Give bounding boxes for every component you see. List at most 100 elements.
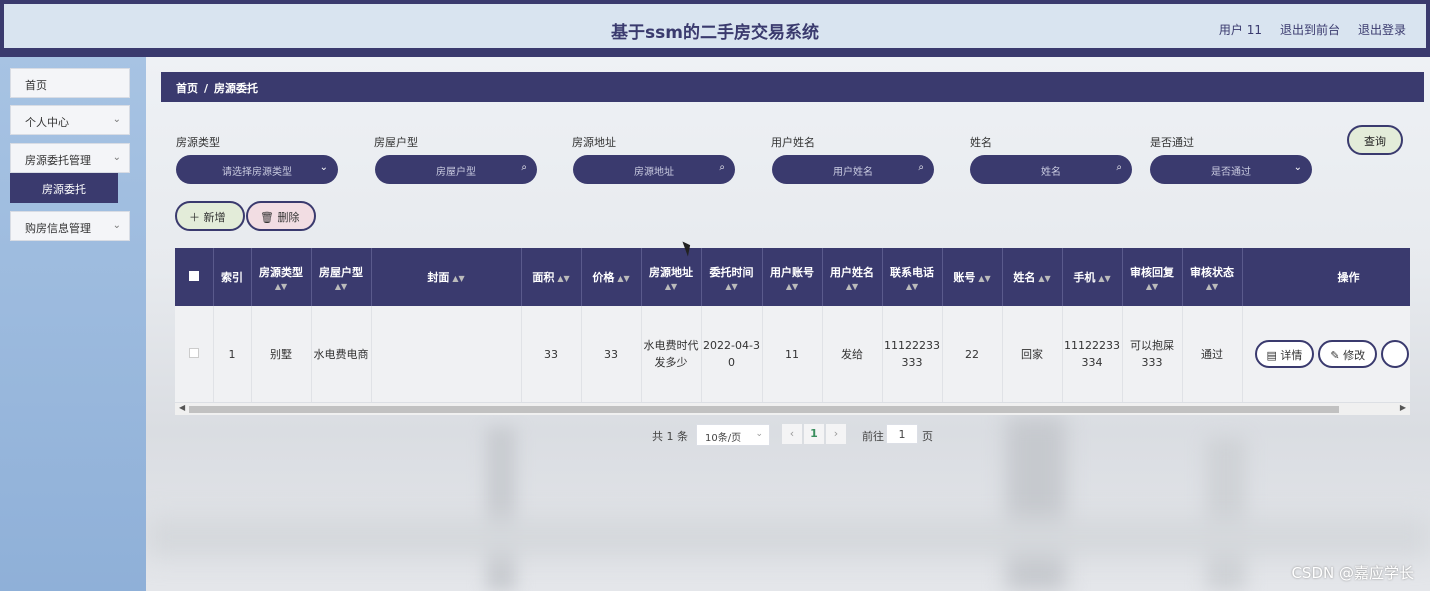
column-label: 用户姓名 bbox=[830, 265, 874, 279]
chevron-down-icon: ⌄ bbox=[1293, 162, 1302, 173]
chevron-down-icon: ⌄ bbox=[112, 152, 121, 163]
column-header[interactable]: 账号 ▲▼ bbox=[942, 248, 1003, 306]
column-header[interactable]: 房屋户型 ▲▼ bbox=[311, 248, 372, 306]
sidebar-item-label: 房源委托管理 bbox=[25, 154, 91, 167]
select-all-checkbox[interactable] bbox=[188, 270, 199, 281]
filter-placeholder: 请选择房源类型 bbox=[222, 167, 292, 178]
column-label: 价格 bbox=[592, 271, 615, 284]
user-label: 用户 11 bbox=[1218, 23, 1262, 37]
column-header[interactable]: 审核状态 ▲▼ bbox=[1182, 248, 1243, 306]
column-label: 账号 bbox=[953, 271, 976, 284]
sort-icon[interactable]: ▲▼ bbox=[978, 274, 990, 283]
scroll-left-icon[interactable]: ◀ bbox=[179, 403, 185, 412]
filter-placeholder: 房屋户型 bbox=[436, 167, 476, 178]
column-header[interactable]: 面积 ▲▼ bbox=[521, 248, 582, 306]
column-header[interactable]: 用户账号 ▲▼ bbox=[762, 248, 823, 306]
filter-layout-input[interactable]: 房屋户型 ⌕ bbox=[375, 155, 537, 184]
column-header[interactable]: 房源类型 ▲▼ bbox=[251, 248, 312, 306]
row-checkbox[interactable] bbox=[188, 347, 199, 358]
query-button[interactable]: 查询 bbox=[1347, 125, 1403, 155]
sidebar-item-listing-management[interactable]: 房源委托管理 ⌄ bbox=[10, 143, 130, 173]
sort-icon[interactable]: ▲▼ bbox=[823, 282, 882, 291]
row-select-cell[interactable] bbox=[175, 306, 214, 402]
pagination-total: 共 1 条 bbox=[652, 430, 688, 443]
sort-icon[interactable]: ▲▼ bbox=[557, 274, 569, 283]
chevron-down-icon: ⌄ bbox=[112, 220, 121, 231]
filter-label-approved: 是否通过 bbox=[1150, 136, 1194, 149]
horizontal-scrollbar[interactable]: ◀ ▶ bbox=[175, 403, 1410, 415]
page-size-select[interactable]: 10条/页 ⌄ bbox=[696, 424, 770, 446]
cell-actions: ▤ 详情 ✎ 修改 bbox=[1242, 306, 1410, 402]
filter-type-select[interactable]: 请选择房源类型 ⌄ bbox=[176, 155, 338, 184]
sidebar-item-personal-center[interactable]: 个人中心 ⌄ bbox=[10, 105, 130, 135]
column-header[interactable]: 手机 ▲▼ bbox=[1062, 248, 1123, 306]
cell-type: 别墅 bbox=[251, 306, 312, 402]
cell-acct: 22 bbox=[942, 306, 1003, 402]
search-icon: ⌕ bbox=[1116, 162, 1122, 173]
sidebar-item-purchase-management[interactable]: 购房信息管理 ⌄ bbox=[10, 211, 130, 241]
page-suffix-label: 页 bbox=[922, 430, 933, 443]
column-header[interactable]: 用户姓名 ▲▼ bbox=[822, 248, 883, 306]
cell-price: 33 bbox=[581, 306, 642, 402]
filter-approved-select[interactable]: 是否通过 ⌄ bbox=[1150, 155, 1312, 184]
column-label: 姓名 bbox=[1013, 271, 1036, 284]
next-page-icon[interactable]: › bbox=[826, 424, 846, 444]
goto-label: 前往 bbox=[862, 430, 884, 443]
logout-link[interactable]: 退出登录 bbox=[1358, 21, 1406, 38]
cell-address: 水电费时代发多少 bbox=[641, 306, 702, 402]
breadcrumb-home[interactable]: 首页 bbox=[176, 82, 198, 95]
filter-placeholder: 房源地址 bbox=[634, 167, 674, 178]
filter-address-input[interactable]: 房源地址 ⌕ bbox=[573, 155, 735, 184]
sort-icon[interactable]: ▲▼ bbox=[883, 282, 942, 291]
column-header[interactable]: 委托时间 ▲▼ bbox=[701, 248, 763, 306]
page-number[interactable]: 1 bbox=[804, 424, 824, 444]
sort-icon[interactable]: ▲▼ bbox=[1123, 282, 1182, 291]
filter-username-input[interactable]: 用户姓名 ⌕ bbox=[772, 155, 934, 184]
column-header[interactable]: 价格 ▲▼ bbox=[581, 248, 642, 306]
column-label: 封面 bbox=[427, 271, 450, 284]
top-header: 基于ssm的二手房交易系统 用户 11 退出到前台 退出登录 bbox=[0, 0, 1430, 57]
column-header[interactable]: 审核回复 ▲▼ bbox=[1122, 248, 1183, 306]
edit-label: 修改 bbox=[1343, 349, 1366, 362]
sort-icon[interactable]: ▲▼ bbox=[312, 282, 371, 291]
column-label: 用户账号 bbox=[770, 265, 814, 279]
column-header[interactable]: 封面 ▲▼ bbox=[371, 248, 522, 306]
scrollbar-thumb[interactable] bbox=[189, 406, 1339, 413]
sort-icon[interactable]: ▲▼ bbox=[452, 274, 464, 283]
sort-icon[interactable]: ▲▼ bbox=[763, 282, 822, 291]
select-all-header[interactable] bbox=[175, 248, 214, 306]
sort-icon[interactable]: ▲▼ bbox=[702, 282, 762, 291]
sort-icon[interactable]: ▲▼ bbox=[617, 274, 629, 283]
data-table: 索引 房源类型 ▲▼ 房屋户型 ▲▼ 封面 ▲▼ 面积 ▲▼ 价格 ▲▼ 房源地址 ▲▼ 委… bbox=[175, 248, 1410, 416]
goto-page-input[interactable]: 1 bbox=[886, 424, 918, 444]
column-header[interactable]: 姓名 ▲▼ bbox=[1002, 248, 1063, 306]
sort-icon[interactable]: ▲▼ bbox=[1038, 274, 1050, 283]
back-to-front-link[interactable]: 退出到前台 bbox=[1280, 21, 1340, 38]
filter-name-input[interactable]: 姓名 ⌕ bbox=[970, 155, 1132, 184]
delete-button[interactable]: 🗑 删除 bbox=[246, 201, 316, 231]
sidebar: 首页 个人中心 ⌄ 房源委托管理 ⌄ 房源委托 购房信息管理 ⌄ bbox=[0, 57, 146, 591]
sort-icon[interactable]: ▲▼ bbox=[1183, 282, 1242, 291]
sort-icon[interactable]: ▲▼ bbox=[252, 282, 311, 291]
filter-label-username: 用户姓名 bbox=[771, 136, 815, 149]
sidebar-subitem-listing[interactable]: 房源委托 bbox=[10, 173, 118, 203]
sort-icon[interactable]: ▲▼ bbox=[1098, 274, 1110, 283]
column-header[interactable]: 房源地址 ▲▼ bbox=[641, 248, 702, 306]
sidebar-item-home[interactable]: 首页 bbox=[10, 68, 130, 98]
filter-label-address: 房源地址 bbox=[572, 136, 616, 149]
search-icon: ⌕ bbox=[719, 162, 725, 173]
more-action-button[interactable] bbox=[1381, 340, 1409, 368]
prev-page-icon[interactable]: ‹ bbox=[782, 424, 802, 444]
cell-phone: 11122233333 bbox=[882, 306, 943, 402]
detail-button[interactable]: ▤ 详情 bbox=[1254, 340, 1315, 368]
column-header: 操作 bbox=[1242, 248, 1410, 306]
cell-layout: 水电费电商 bbox=[311, 306, 372, 402]
breadcrumb: 首页 / 房源委托 bbox=[161, 72, 1424, 102]
edit-button[interactable]: ✎ 修改 bbox=[1318, 340, 1378, 368]
add-button[interactable]: ＋ 新增 bbox=[175, 201, 245, 231]
chevron-down-icon: ⌄ bbox=[755, 429, 763, 439]
column-label: 房源类型 bbox=[259, 265, 303, 279]
scroll-right-icon[interactable]: ▶ bbox=[1400, 403, 1406, 412]
column-header[interactable]: 联系电话 ▲▼ bbox=[882, 248, 943, 306]
sort-icon[interactable]: ▲▼ bbox=[642, 282, 701, 291]
